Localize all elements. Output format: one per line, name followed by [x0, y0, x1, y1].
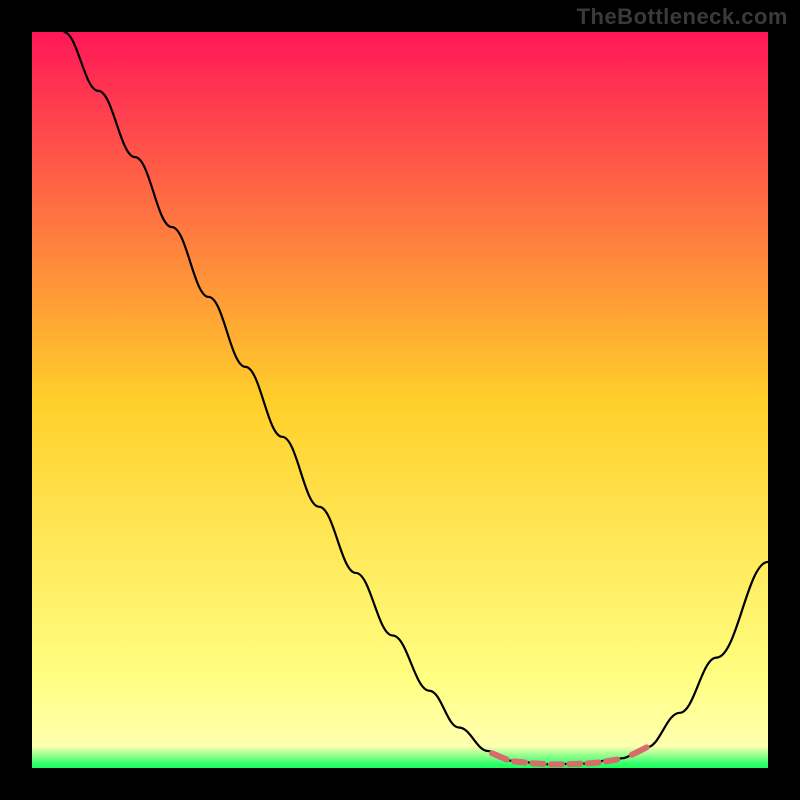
optimal-range-dash: [532, 763, 543, 764]
watermark-text: TheBottleneck.com: [577, 4, 788, 30]
optimal-range-dash: [514, 761, 525, 762]
optimal-range-dash: [606, 760, 617, 762]
optimal-range-dash: [588, 762, 599, 763]
chart-svg: [0, 0, 800, 800]
chart-container: TheBottleneck.com: [0, 0, 800, 800]
plot-background: [32, 32, 768, 768]
